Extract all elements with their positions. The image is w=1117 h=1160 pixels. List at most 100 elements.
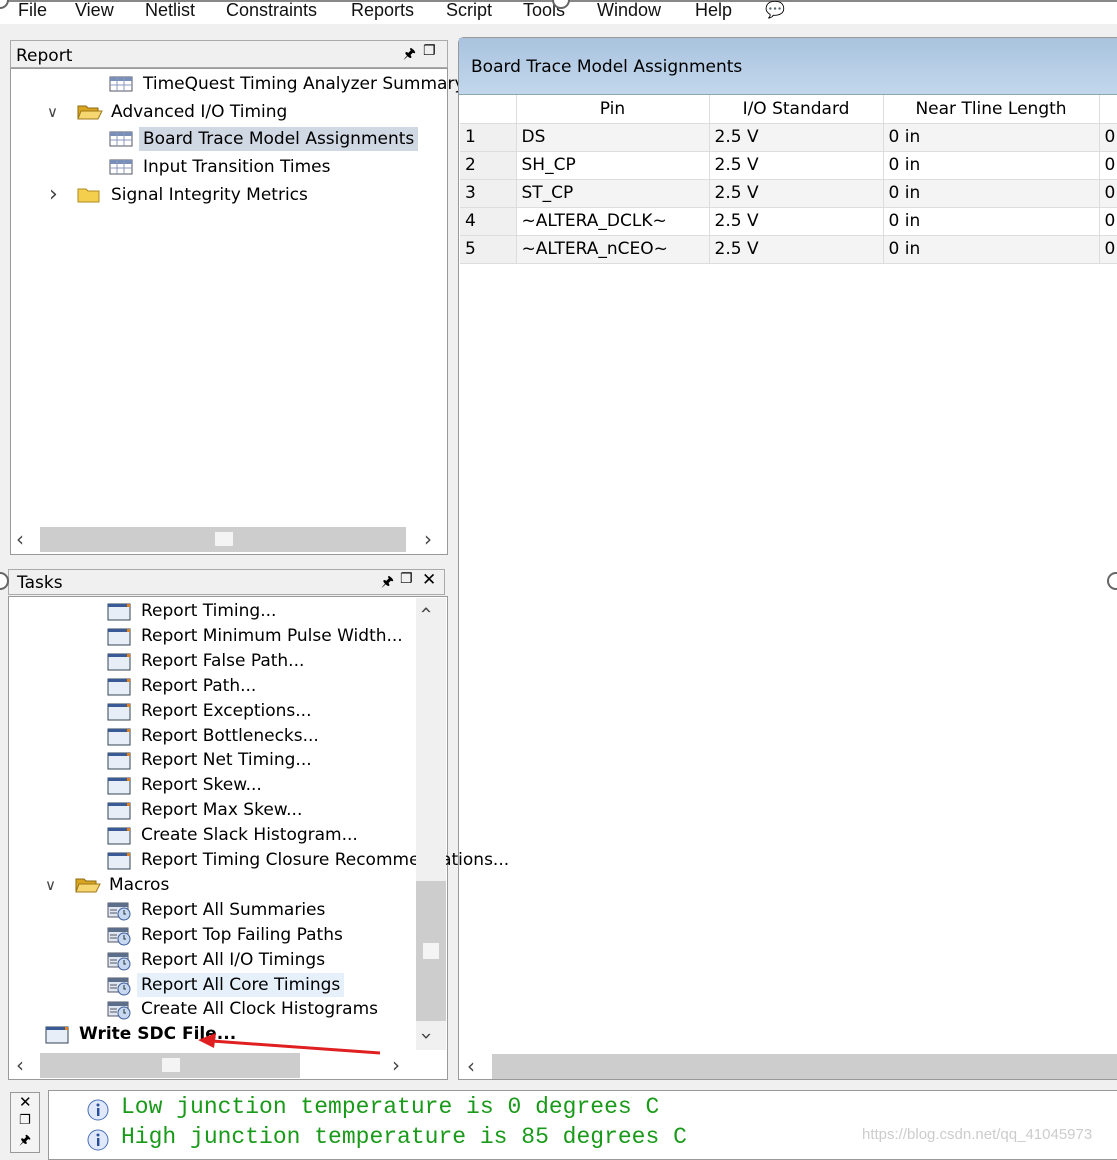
tree-item[interactable]: Report Top Failing Paths [9, 922, 439, 948]
tree-item[interactable]: Create All Clock Histograms [9, 996, 439, 1022]
message-line[interactable]: Low junction temperature is 0 degrees C [121, 1094, 659, 1120]
tree-item[interactable]: Report Minimum Pulse Width... [9, 623, 439, 649]
tree-item[interactable]: Create Slack Histogram... [9, 822, 439, 848]
tree-item[interactable]: Report Timing Closure Recommendations... [9, 847, 509, 873]
tree-item[interactable]: Report All I/O Timings [9, 947, 439, 973]
folder-icon [77, 186, 101, 204]
help-chat-icon[interactable]: 💬 [765, 0, 785, 19]
scroll-right-icon[interactable]: › [424, 529, 432, 549]
chevron-down-icon[interactable]: ∨ [45, 872, 56, 898]
macro-clock-icon [107, 951, 131, 971]
table-cell: 0 [1099, 207, 1117, 236]
table-cell: 0 in [883, 123, 1100, 152]
table-cell: SH_CP [516, 151, 710, 180]
column-header[interactable]: Pin [516, 95, 710, 124]
table-cell: DS [516, 123, 710, 152]
menu-constraints[interactable]: Constraints [226, 0, 317, 21]
window-icon [107, 602, 131, 621]
info-icon [85, 1098, 111, 1129]
tree-item[interactable]: ∨ Macros [9, 872, 439, 898]
float-icon[interactable]: ❐ [423, 43, 436, 59]
table-cell: 0 [1099, 123, 1117, 152]
tree-item[interactable]: Report False Path... [9, 648, 439, 674]
tasks-vscrollbar[interactable]: ‹ › [415, 598, 446, 1050]
tree-item[interactable]: Report All Core Timings [9, 972, 439, 998]
tree-item-label: Report Timing... [141, 601, 277, 621]
table-row[interactable]: 5 ~ALTERA_nCEO~ 2.5 V0 in 0 [460, 235, 1117, 264]
table-hscrollbar[interactable] [492, 1054, 1117, 1079]
menu-file[interactable]: File [18, 0, 47, 21]
table-cell: 0 [1099, 179, 1117, 208]
tree-item[interactable]: Report Path... [9, 673, 439, 699]
table-row[interactable]: 4 ~ALTERA_DCLK~ 2.5 V0 in 0 [460, 207, 1117, 236]
tree-item[interactable]: Report Exceptions... [9, 698, 439, 724]
menu-reports[interactable]: Reports [351, 0, 414, 21]
close-icon[interactable]: ✕ [422, 570, 436, 590]
report-tree: TimeQuest Timing Analyzer Summary ∨ Advanc… [10, 68, 465, 555]
chevron-down-icon[interactable]: ∨ [47, 99, 58, 125]
tree-item[interactable]: Report Skew... [9, 772, 439, 798]
column-header[interactable] [460, 95, 517, 124]
tree-item-label: Report Exceptions... [141, 700, 312, 721]
pin-icon[interactable]: 🖈︎ [403, 43, 416, 67]
messages-side-toolbar: ✕ ❐ 🖈︎ [10, 1092, 40, 1153]
table-cell: 2.5 V [709, 151, 884, 180]
close-icon[interactable]: ✕ [19, 1093, 32, 1111]
tree-item-label: Report Path... [141, 675, 257, 696]
tree-item-label: Report Net Timing... [141, 750, 312, 771]
tree-item-label: Board Trace Model Assignments [139, 127, 419, 152]
tree-item[interactable]: › Signal Integrity Metrics [11, 182, 441, 208]
column-header[interactable] [1099, 95, 1117, 124]
tree-item[interactable]: Board Trace Model Assignments [11, 126, 441, 152]
scroll-right-icon[interactable]: › [392, 1055, 400, 1075]
tree-item[interactable]: Report All Summaries [9, 897, 439, 923]
table-icon [109, 158, 133, 176]
scroll-up-icon[interactable]: ‹ [415, 606, 439, 614]
pin-icon[interactable]: 🖈︎ [381, 571, 394, 595]
macro-clock-icon [107, 1000, 131, 1020]
tasks-panel-header: Tasks 🖈︎ ❐ ✕ [8, 569, 445, 595]
column-header[interactable]: Near Tline Length [883, 95, 1100, 124]
tree-item[interactable]: Report Bottlenecks... [9, 723, 439, 749]
column-header[interactable]: I/O Standard [709, 95, 884, 124]
tree-item[interactable]: Report Net Timing... [9, 747, 439, 773]
tree-item[interactable]: Input Transition Times [11, 154, 441, 180]
menu-window[interactable]: Window [597, 0, 661, 21]
tree-item[interactable]: Report Timing... [9, 598, 439, 624]
tree-item-label: Report Top Failing Paths [141, 924, 343, 945]
scroll-left-icon[interactable]: ‹ [16, 1055, 24, 1075]
table-row[interactable]: 2 SH_CP 2.5 V0 in 0 [460, 151, 1117, 180]
main-report-view: Board Trace Model Assignments Pin I/O Sta… [458, 37, 1117, 1080]
menu-netlist[interactable]: Netlist [145, 0, 195, 21]
tree-item-label: Create All Clock Histograms [141, 999, 379, 1020]
report-hscrollbar[interactable] [40, 527, 406, 552]
tree-item[interactable]: Report Max Skew... [9, 797, 439, 823]
scroll-left-icon[interactable]: ‹ [467, 1056, 475, 1076]
float-icon[interactable]: ❐ [19, 1113, 31, 1128]
info-icon [85, 1128, 111, 1159]
tree-item[interactable]: ∨ Advanced I/O Timing [11, 99, 441, 125]
menu-view[interactable]: View [75, 0, 114, 21]
tree-item-label: Report All Core Timings [137, 972, 345, 997]
table-cell: 2.5 V [709, 123, 884, 152]
report-panel-title: Report [16, 46, 73, 66]
table-cell: 3 [460, 179, 517, 208]
table-row[interactable]: 3 ST_CP 2.5 V0 in 0 [460, 179, 1117, 208]
float-icon[interactable]: ❐ [400, 571, 413, 587]
menu-script[interactable]: Script [446, 0, 492, 21]
report-title-bar: Board Trace Model Assignments [459, 38, 1117, 95]
menu-help[interactable]: Help [695, 0, 732, 21]
table-cell: 2.5 V [709, 235, 884, 264]
pin-icon[interactable]: 🖈︎ [19, 1131, 31, 1153]
window-icon [107, 627, 131, 646]
table-row[interactable]: 1 DS 2.5 V0 in 0 [460, 123, 1117, 152]
message-line[interactable]: High junction temperature is 85 degrees … [121, 1124, 687, 1150]
scroll-down-icon[interactable]: › [415, 1032, 439, 1040]
tree-item[interactable]: TimeQuest Timing Analyzer Summary [11, 71, 465, 97]
scroll-left-icon[interactable]: ‹ [16, 529, 24, 549]
chevron-right-icon[interactable]: › [49, 182, 58, 208]
tree-item-label: Report Minimum Pulse Width... [141, 625, 403, 646]
macro-clock-icon [107, 976, 131, 995]
folder-open-icon [75, 876, 101, 894]
tree-item-label: Report Skew... [141, 775, 262, 796]
